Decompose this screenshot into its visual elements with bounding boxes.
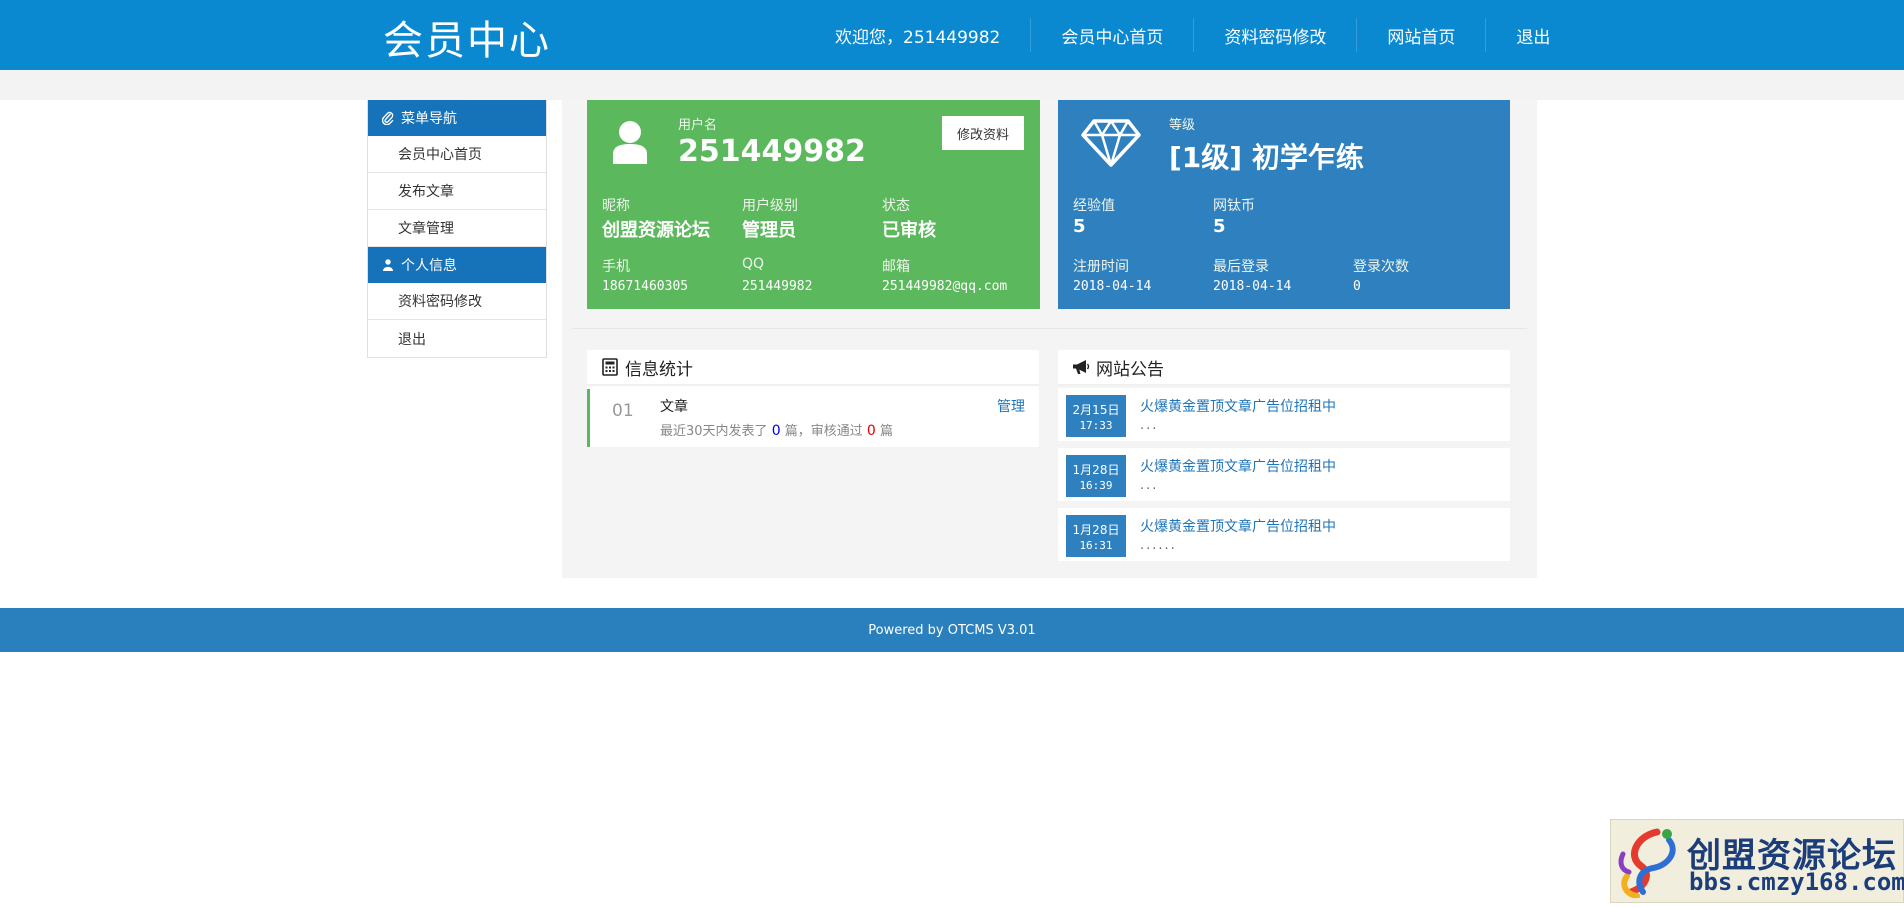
notice-time: 16:31 xyxy=(1079,539,1113,552)
notice-date: 2月15日 xyxy=(1072,403,1120,417)
status-value: 已审核 xyxy=(882,220,936,241)
login-count-label: 登录次数 xyxy=(1353,259,1409,275)
user-level-value: 管理员 xyxy=(742,220,796,241)
sidebar-item-member-home[interactable]: 会员中心首页 xyxy=(368,136,546,173)
section-divider xyxy=(572,328,1527,329)
sidebar-heading-label: 个人信息 xyxy=(401,258,457,274)
notice-excerpt: ... xyxy=(1140,478,1159,493)
notice-date-badge: 1月28日 16:31 xyxy=(1066,515,1126,557)
last-login-value: 2018-04-14 xyxy=(1213,279,1292,294)
stat-published-count: 0 xyxy=(771,423,781,439)
notice-date: 1月28日 xyxy=(1072,463,1120,477)
top-header: 会员中心 欢迎您，251449982 会员中心首页 资料密码修改 网站首页 退出 xyxy=(0,0,1904,70)
phone-value: 18671460305 xyxy=(602,279,689,294)
sidebar-item-profile-edit[interactable]: 资料密码修改 xyxy=(368,283,546,320)
notice-panel: 网站公告 2月15日 17:33 火爆黄金置顶文章广告位招租中 ... 1月28… xyxy=(1058,350,1510,565)
user-info-card: 用户名 251449982 修改资料 昵称 创盟资源论坛 用户级别 管理员 状态… xyxy=(587,100,1040,309)
stat-desc-suffix: 篇 xyxy=(879,424,893,439)
exp-value: 5 xyxy=(1073,216,1086,237)
avatar-icon xyxy=(611,120,649,168)
login-count-value: 0 xyxy=(1353,279,1361,294)
grade-info-card: 等级 [1级] 初学乍练 经验值 5 网钛币 5 注册时间 2018-04-14… xyxy=(1058,100,1510,309)
sidebar-heading-personal: 个人信息 xyxy=(368,247,546,283)
notice-item: 2月15日 17:33 火爆黄金置顶文章广告位招租中 ... xyxy=(1058,388,1510,444)
notice-item: 1月28日 16:31 火爆黄金置顶文章广告位招租中 ...... xyxy=(1058,508,1510,564)
header-strip xyxy=(0,70,1904,100)
stat-description: 最近30天内发表了 0 篇，审核通过 0 篇 xyxy=(660,420,893,439)
sidebar-heading-menu: 菜单导航 xyxy=(368,100,546,136)
username-value: 251449982 xyxy=(678,134,866,169)
user-icon xyxy=(381,258,395,272)
qq-label: QQ xyxy=(742,256,765,272)
notice-link[interactable]: 火爆黄金置顶文章广告位招租中 xyxy=(1140,456,1336,476)
footer: Powered by OTCMS V3.01 xyxy=(0,608,1904,652)
notice-panel-title: 网站公告 xyxy=(1058,350,1510,386)
nav-site-home[interactable]: 网站首页 xyxy=(1357,23,1485,48)
username-label: 用户名 xyxy=(678,118,718,133)
register-time-label: 注册时间 xyxy=(1073,259,1129,275)
coins-label: 网钛币 xyxy=(1213,198,1255,214)
stats-panel: 信息统计 01 文章 最近30天内发表了 0 篇，审核通过 0 篇 管理 xyxy=(587,350,1039,447)
swirl-logo-icon xyxy=(1617,826,1685,902)
last-login-label: 最后登录 xyxy=(1213,259,1269,275)
sidebar-item-publish-article[interactable]: 发布文章 xyxy=(368,173,546,210)
top-nav: 欢迎您，251449982 会员中心首页 资料密码修改 网站首页 退出 xyxy=(805,0,1580,70)
stat-number: 01 xyxy=(612,401,634,421)
stat-approved-count: 0 xyxy=(866,423,876,439)
diamond-icon xyxy=(1080,118,1142,172)
notice-link[interactable]: 火爆黄金置顶文章广告位招租中 xyxy=(1140,516,1336,536)
sidebar-heading-label: 菜单导航 xyxy=(401,111,457,127)
nav-member-home[interactable]: 会员中心首页 xyxy=(1031,23,1193,48)
sidebar: 菜单导航 会员中心首页 发布文章 文章管理 个人信息 资料密码修改 退出 xyxy=(367,100,547,358)
notice-date-badge: 1月28日 16:39 xyxy=(1066,455,1126,497)
qq-value: 251449982 xyxy=(742,279,813,294)
notice-time: 17:33 xyxy=(1079,419,1113,432)
email-label: 邮箱 xyxy=(882,259,910,275)
notice-excerpt: ... xyxy=(1140,418,1159,433)
user-level-label: 用户级别 xyxy=(742,198,798,214)
nickname-label: 昵称 xyxy=(602,198,630,214)
notice-excerpt: ...... xyxy=(1140,538,1177,553)
paperclip-icon xyxy=(381,111,395,125)
megaphone-icon xyxy=(1072,358,1090,376)
sidebar-item-logout[interactable]: 退出 xyxy=(368,320,546,357)
stat-name: 文章 xyxy=(660,399,688,415)
grade-value: [1级] 初学乍练 xyxy=(1169,141,1364,174)
notice-date-badge: 2月15日 17:33 xyxy=(1066,395,1126,437)
footer-powered-by: Powered by OTCMS V3.01 xyxy=(868,622,1036,638)
phone-label: 手机 xyxy=(602,259,630,275)
nav-logout[interactable]: 退出 xyxy=(1486,23,1580,48)
watermark-logo: 创盟资源论坛 bbs.cmzy168.com xyxy=(1610,819,1904,903)
nickname-value: 创盟资源论坛 xyxy=(602,220,710,241)
notice-time: 16:39 xyxy=(1079,479,1113,492)
register-time-value: 2018-04-14 xyxy=(1073,279,1152,294)
notice-date: 1月28日 xyxy=(1072,523,1120,537)
exp-label: 经验值 xyxy=(1073,198,1115,214)
stats-title-text: 信息统计 xyxy=(625,359,693,380)
watermark-url: bbs.cmzy168.com xyxy=(1689,868,1904,896)
notice-item: 1月28日 16:39 火爆黄金置顶文章广告位招租中 ... xyxy=(1058,448,1510,504)
stat-desc-mid: 篇，审核通过 xyxy=(784,424,863,439)
coins-value: 5 xyxy=(1213,216,1226,237)
edit-profile-button[interactable]: 修改资料 xyxy=(942,116,1024,150)
status-label: 状态 xyxy=(882,198,910,214)
stat-manage-link[interactable]: 管理 xyxy=(997,396,1025,416)
stat-row-articles: 01 文章 最近30天内发表了 0 篇，审核通过 0 篇 管理 xyxy=(587,389,1039,447)
nav-profile-edit[interactable]: 资料密码修改 xyxy=(1194,23,1356,48)
stat-desc-prefix: 最近30天内发表了 xyxy=(660,424,768,439)
notice-link[interactable]: 火爆黄金置顶文章广告位招租中 xyxy=(1140,396,1336,416)
notice-title-text: 网站公告 xyxy=(1096,359,1164,380)
sidebar-item-article-manage[interactable]: 文章管理 xyxy=(368,210,546,247)
email-value: 251449982@qq.com xyxy=(882,279,1008,294)
stats-panel-title: 信息统计 xyxy=(587,350,1039,386)
site-title: 会员中心 xyxy=(383,18,551,64)
welcome-text: 欢迎您，251449982 xyxy=(835,27,1001,48)
calculator-icon xyxy=(601,358,619,376)
grade-label: 等级 xyxy=(1169,118,1196,133)
